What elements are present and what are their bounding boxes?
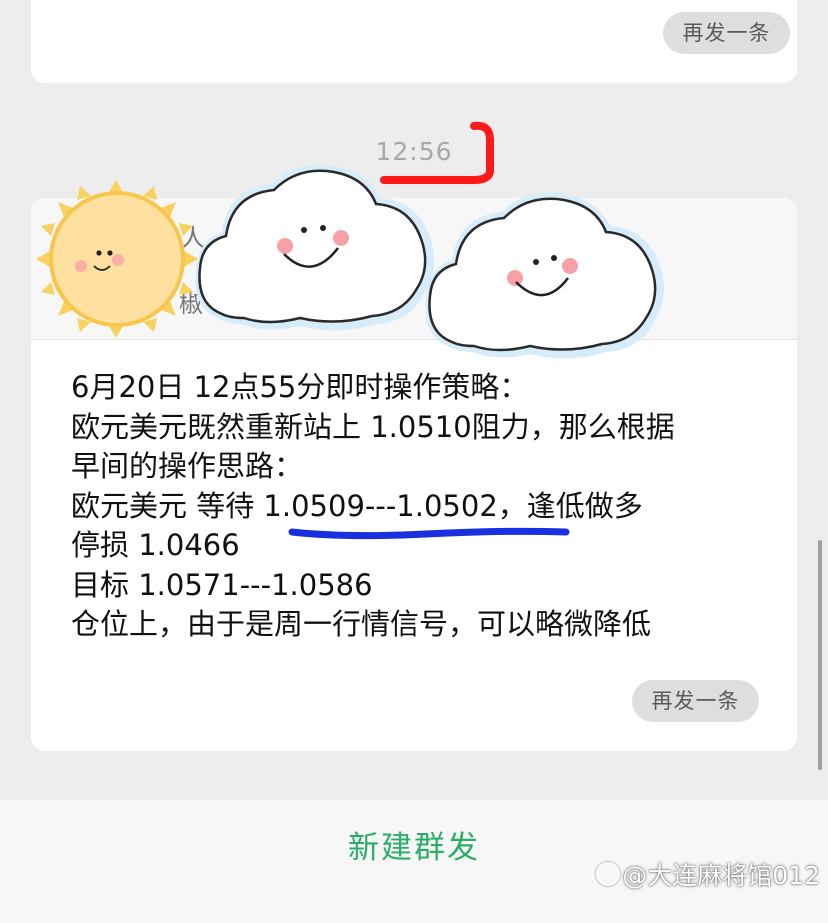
red-annotation-mark	[380, 121, 494, 184]
bottom-action-bar: 新建群发 @大连麻将馆012	[0, 800, 828, 923]
watermark: @大连麻将馆012	[596, 856, 820, 892]
message-line: 欧元美元既然重新站上 1.0510阻力，那么根据	[71, 409, 675, 444]
message-line: 目标 1.0571---1.0586	[71, 567, 373, 602]
blue-underline-mark	[288, 527, 570, 540]
message-body: 6月20日 12点55分即时操作策略： 欧元美元既然重新站上 1.0510阻力，…	[71, 368, 771, 645]
previous-message-card: 再发一条	[31, 0, 797, 83]
message-line: 6月20日 12点55分即时操作策略：	[71, 370, 529, 404]
sun-sticker-icon	[36, 180, 198, 338]
resend-button[interactable]: 再发一条	[632, 680, 759, 722]
cloud-sticker-icon	[425, 192, 665, 359]
zhihu-logo-icon	[596, 862, 621, 886]
message-line: 早间的操作思路：	[71, 449, 304, 483]
watermark-text: @大连麻将馆012	[622, 861, 820, 890]
message-line: 仓位上，由于是周一行情信号，可以略微降低	[71, 607, 652, 641]
scrollbar[interactable]	[818, 540, 822, 770]
resend-button[interactable]: 再发一条	[663, 12, 790, 54]
